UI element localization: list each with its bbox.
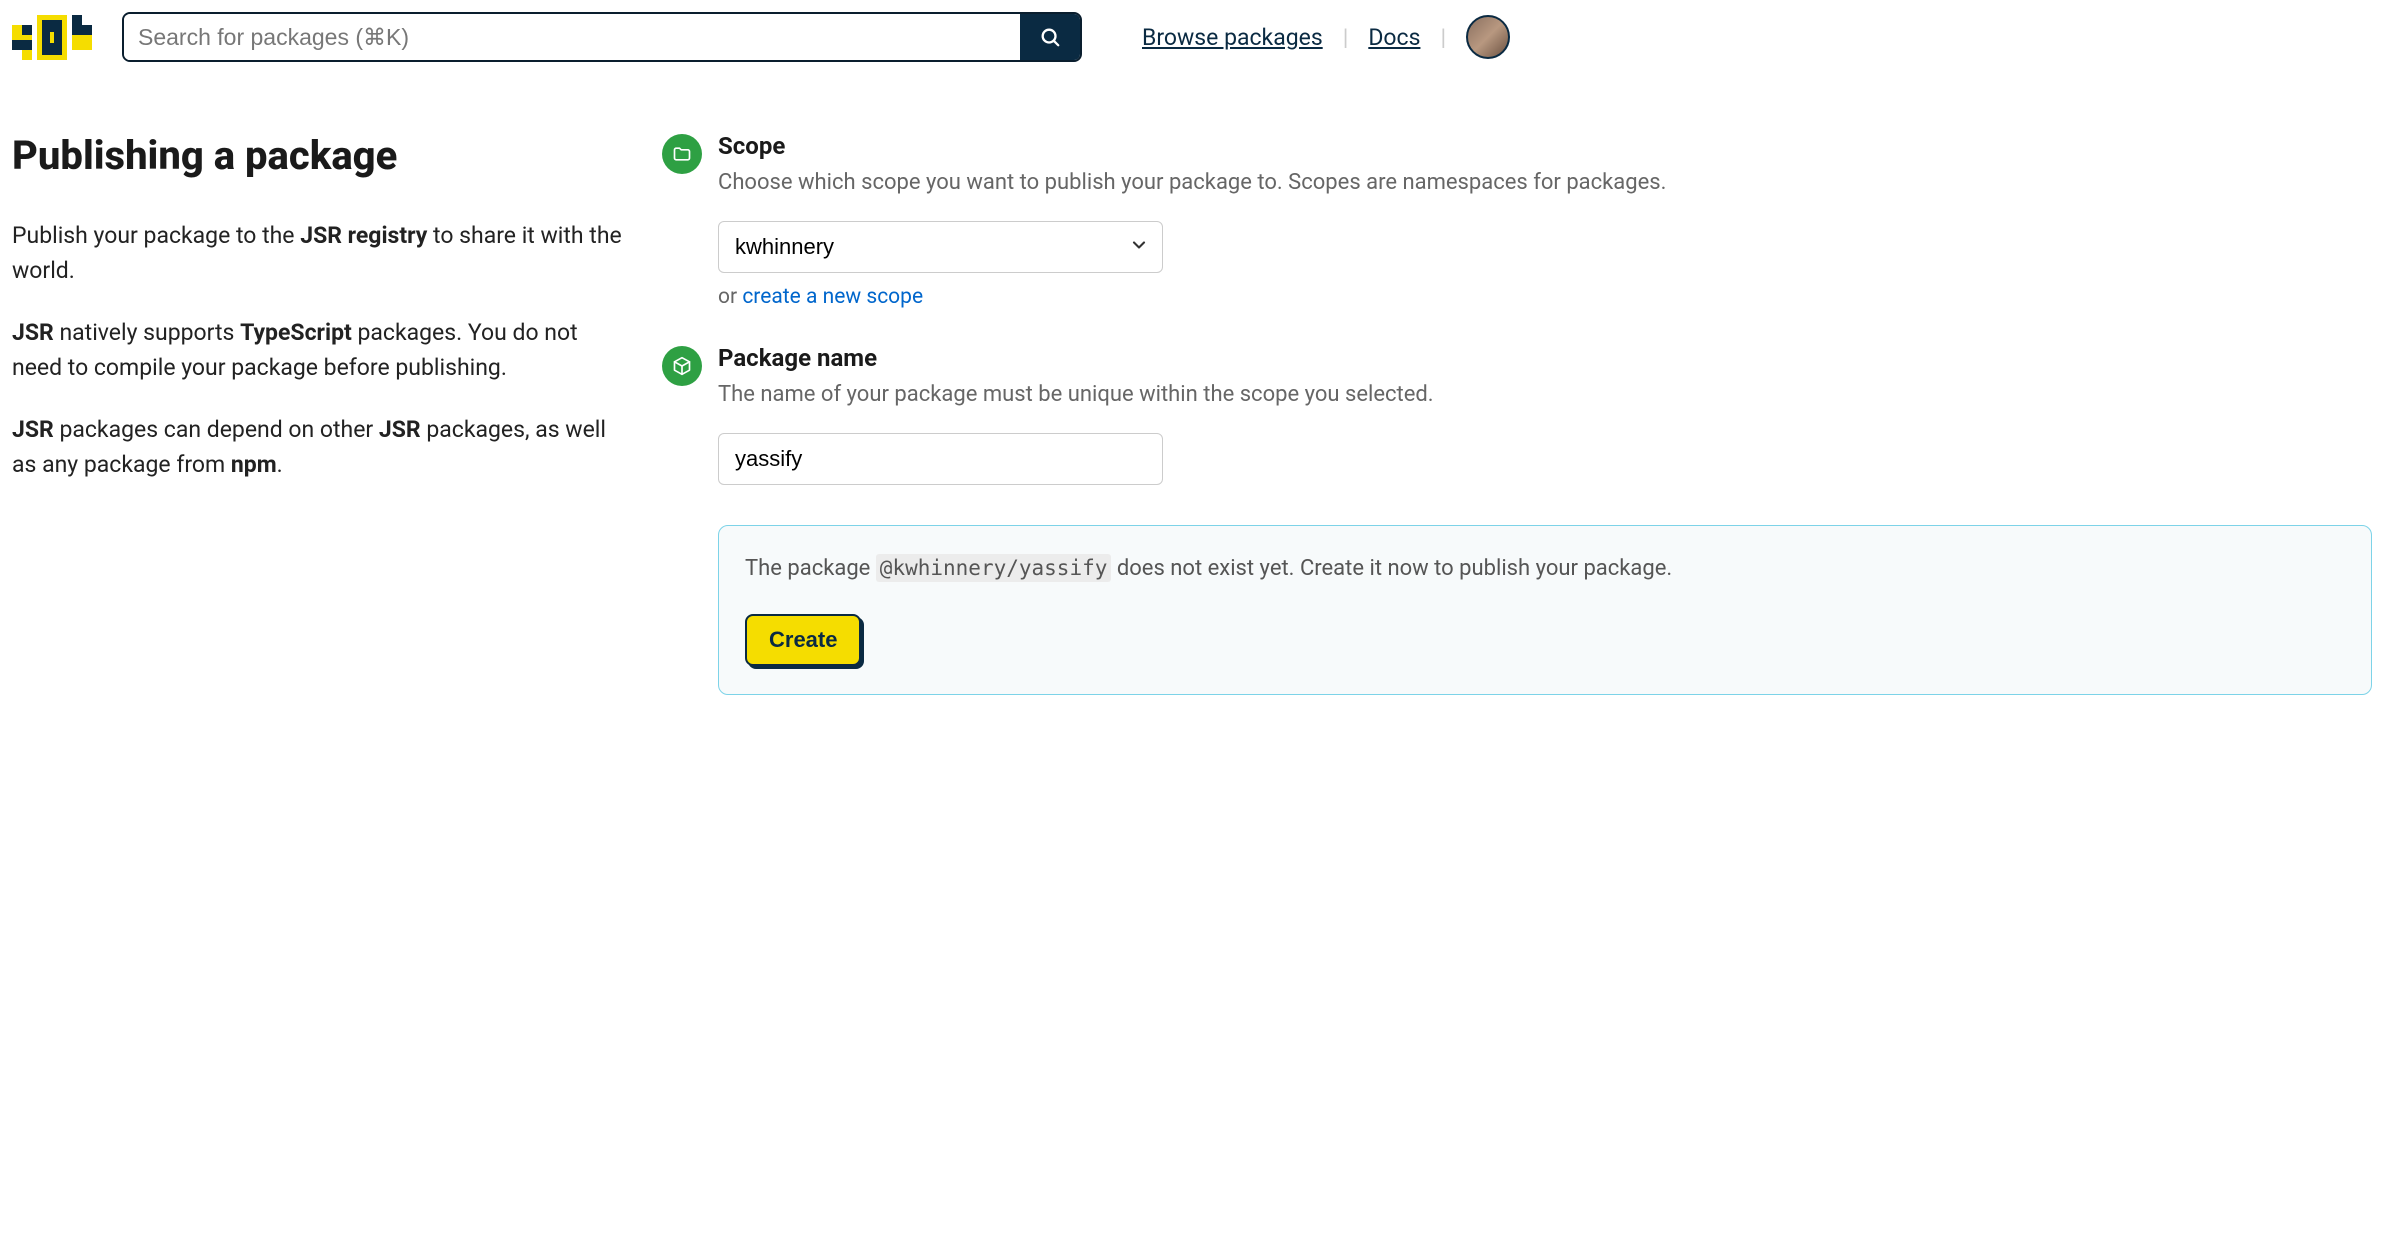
header: Browse packages | Docs |	[12, 12, 2372, 82]
jsr-logo[interactable]	[12, 15, 92, 60]
search-container	[122, 12, 1082, 62]
right-column: Scope Choose which scope you want to pub…	[662, 132, 2372, 695]
create-box: The package @kwhinnery/yassify does not …	[718, 525, 2372, 695]
package-name-body: Package name The name of your package mu…	[718, 344, 2372, 485]
search-button[interactable]	[1020, 14, 1080, 60]
create-box-text: The package @kwhinnery/yassify does not …	[745, 552, 2345, 586]
scope-body: Scope Choose which scope you want to pub…	[718, 132, 2372, 309]
intro: Publish your package to the JSR registry…	[12, 219, 632, 482]
scope-select-wrapper	[718, 221, 1163, 273]
package-name-description: The name of your package must be unique …	[718, 378, 2372, 411]
scope-select[interactable]	[718, 221, 1163, 273]
nav-links: Browse packages | Docs |	[1142, 15, 1510, 59]
package-name-input[interactable]	[718, 433, 1163, 485]
or-create-scope: or create a new scope	[718, 285, 2372, 309]
search-input[interactable]	[124, 14, 1020, 60]
intro-paragraph-1: Publish your package to the JSR registry…	[12, 219, 632, 288]
main: Publishing a package Publish your packag…	[12, 82, 2372, 695]
nav-divider: |	[1343, 24, 1349, 51]
scope-description: Choose which scope you want to publish y…	[718, 166, 2372, 199]
left-column: Publishing a package Publish your packag…	[12, 132, 632, 695]
nav-docs[interactable]: Docs	[1368, 24, 1420, 51]
package-icon	[662, 346, 702, 386]
scope-section: Scope Choose which scope you want to pub…	[662, 132, 2372, 309]
create-new-scope-link[interactable]: create a new scope	[742, 285, 923, 309]
page-title: Publishing a package	[12, 132, 632, 179]
scope-title: Scope	[718, 132, 2372, 160]
package-name-section: Package name The name of your package mu…	[662, 344, 2372, 485]
intro-paragraph-2: JSR natively supports TypeScript package…	[12, 316, 632, 385]
create-button[interactable]: Create	[745, 614, 861, 666]
nav-browse-packages[interactable]: Browse packages	[1142, 24, 1323, 51]
avatar[interactable]	[1466, 15, 1510, 59]
nav-divider: |	[1440, 24, 1446, 51]
folder-icon	[662, 134, 702, 174]
package-identifier: @kwhinnery/yassify	[876, 554, 1112, 582]
search-icon	[1039, 26, 1061, 48]
package-name-title: Package name	[718, 344, 2372, 372]
intro-paragraph-3: JSR packages can depend on other JSR pac…	[12, 413, 632, 482]
